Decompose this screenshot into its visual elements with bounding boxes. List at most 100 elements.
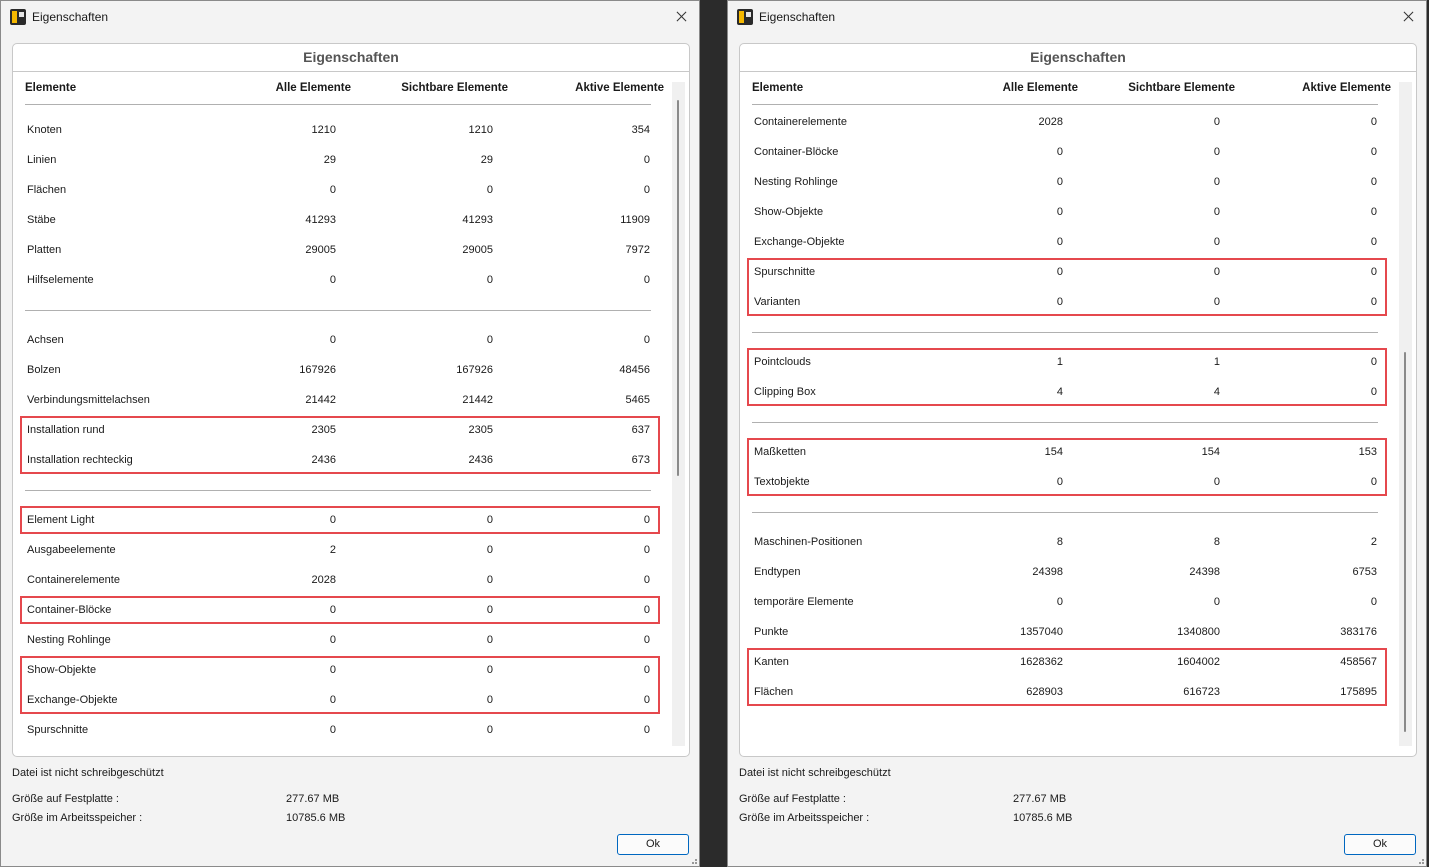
visible-elements-value: 1210 bbox=[468, 124, 493, 136]
table-row[interactable]: Exchange-Objekte 0 0 0 bbox=[740, 227, 1399, 257]
active-elements-value: 5465 bbox=[625, 394, 650, 406]
table-row[interactable]: Knoten 1210 1210 354 bbox=[13, 115, 672, 145]
active-elements-value: 0 bbox=[643, 334, 650, 346]
active-elements-value: 11909 bbox=[620, 214, 650, 226]
row-label: Exchange-Objekte bbox=[754, 236, 845, 248]
all-elements-value: 24398 bbox=[1032, 566, 1063, 578]
row-label: Platten bbox=[27, 244, 62, 256]
table-row[interactable]: Ausgabeelemente 2 0 0 bbox=[13, 535, 672, 565]
highlight-box bbox=[20, 416, 660, 474]
row-label: Flächen bbox=[27, 184, 67, 196]
active-elements-value: 383176 bbox=[1340, 626, 1377, 638]
table-row[interactable]: Linien 29 29 0 bbox=[13, 145, 672, 175]
vertical-scrollbar[interactable] bbox=[672, 82, 685, 746]
visible-elements-value: 0 bbox=[486, 544, 493, 556]
row-label: Show-Objekte bbox=[754, 206, 824, 218]
table-row[interactable]: Stäbe 41293 41293 11909 bbox=[13, 205, 672, 235]
table-row[interactable]: Verbindungsmittelachsen 21442 21442 5465 bbox=[13, 385, 672, 415]
panel-title: Eigenschaften bbox=[740, 44, 1416, 72]
column-header-all[interactable]: Alle Elemente bbox=[276, 82, 351, 94]
active-elements-value: 2 bbox=[1370, 536, 1377, 548]
row-label: Linien bbox=[27, 154, 57, 166]
active-elements-value: 0 bbox=[1370, 236, 1377, 248]
disk-size-label: Größe auf Festplatte : bbox=[739, 793, 846, 805]
resize-grip-icon[interactable] bbox=[689, 856, 697, 864]
active-elements-value: 7972 bbox=[625, 244, 650, 256]
title-bar[interactable]: Eigenschaften bbox=[1, 1, 699, 33]
row-label: Containerelemente bbox=[754, 116, 847, 128]
memory-size-label: Größe im Arbeitsspeicher : bbox=[12, 812, 143, 824]
column-header-visible[interactable]: Sichtbare Elemente bbox=[1128, 82, 1235, 94]
row-label: Hilfselemente bbox=[27, 274, 94, 286]
memory-size-value: 10785.6 MB bbox=[286, 812, 346, 824]
highlight-box bbox=[747, 348, 1387, 406]
table-row[interactable]: Bolzen 167926 167926 48456 bbox=[13, 355, 672, 385]
all-elements-value: 1210 bbox=[311, 124, 336, 136]
active-elements-value: 0 bbox=[1370, 596, 1377, 608]
properties-table[interactable]: Elemente Alle Elemente Sichtbare Element… bbox=[13, 72, 672, 747]
disk-size-value: 277.67 MB bbox=[1013, 793, 1067, 805]
all-elements-value: 0 bbox=[329, 634, 336, 646]
all-elements-value: 2028 bbox=[311, 574, 336, 586]
app-icon bbox=[10, 9, 26, 25]
table-row[interactable]: Maschinen-Positionen 8 8 2 bbox=[740, 527, 1399, 557]
row-label: Endtypen bbox=[754, 566, 801, 578]
active-elements-value: 0 bbox=[643, 184, 650, 196]
visible-elements-value: 0 bbox=[1213, 206, 1220, 218]
table-row[interactable]: Punkte 1357040 1340800 383176 bbox=[740, 617, 1399, 647]
visible-elements-value: 0 bbox=[1213, 116, 1220, 128]
visible-elements-value: 41293 bbox=[462, 214, 493, 226]
disk-size-label: Größe auf Festplatte : bbox=[12, 793, 119, 805]
table-row[interactable]: Spurschnitte 0 0 0 bbox=[13, 715, 672, 745]
column-header-elements[interactable]: Elemente bbox=[752, 82, 803, 94]
active-elements-value: 0 bbox=[643, 154, 650, 166]
row-label: Maschinen-Positionen bbox=[754, 536, 863, 548]
table-row[interactable]: Nesting Rohlinge 0 0 0 bbox=[13, 625, 672, 655]
close-icon[interactable] bbox=[1396, 5, 1422, 29]
column-header-elements[interactable]: Elemente bbox=[25, 82, 76, 94]
highlight-box bbox=[747, 258, 1387, 316]
table-header: Elemente Alle Elemente Sichtbare Element… bbox=[25, 72, 664, 105]
table-row[interactable]: Show-Objekte 0 0 0 bbox=[740, 197, 1399, 227]
scrollbar-thumb[interactable] bbox=[1404, 352, 1406, 732]
table-row[interactable]: temporäre Elemente 0 0 0 bbox=[740, 587, 1399, 617]
scrollbar-thumb[interactable] bbox=[677, 100, 679, 476]
close-icon[interactable] bbox=[669, 5, 695, 29]
column-header-visible[interactable]: Sichtbare Elemente bbox=[401, 82, 508, 94]
row-label: Knoten bbox=[27, 124, 62, 136]
window-title: Eigenschaften bbox=[32, 10, 109, 24]
active-elements-value: 0 bbox=[1370, 176, 1377, 188]
column-header-active[interactable]: Aktive Elemente bbox=[575, 82, 664, 94]
vertical-scrollbar[interactable] bbox=[1399, 82, 1412, 746]
visible-elements-value: 29 bbox=[480, 154, 493, 166]
resize-grip-icon[interactable] bbox=[1416, 856, 1424, 864]
table-row[interactable]: Platten 29005 29005 7972 bbox=[13, 235, 672, 265]
column-header-active[interactable]: Aktive Elemente bbox=[1302, 82, 1391, 94]
visible-elements-value: 24398 bbox=[1189, 566, 1220, 578]
properties-panel: Eigenschaften Elemente Alle Elemente Sic… bbox=[739, 43, 1417, 757]
ok-button[interactable]: Ok bbox=[617, 834, 689, 855]
highlight-box bbox=[747, 438, 1387, 496]
all-elements-value: 2 bbox=[329, 544, 336, 556]
table-row[interactable]: Achsen 0 0 0 bbox=[13, 325, 672, 355]
all-elements-value: 167926 bbox=[299, 364, 336, 376]
app-icon bbox=[737, 9, 753, 25]
table-row[interactable]: Containerelemente 2028 0 0 bbox=[740, 107, 1399, 137]
write-status-text: Datei ist nicht schreibgeschützt bbox=[12, 767, 164, 779]
table-row[interactable]: Nesting Rohlinge 0 0 0 bbox=[740, 167, 1399, 197]
table-row[interactable]: Containerelemente 2028 0 0 bbox=[13, 565, 672, 595]
all-elements-value: 21442 bbox=[305, 394, 336, 406]
row-label: Container-Blöcke bbox=[754, 146, 839, 158]
row-label: Nesting Rohlinge bbox=[754, 176, 838, 188]
properties-table[interactable]: Elemente Alle Elemente Sichtbare Element… bbox=[740, 72, 1399, 747]
table-row[interactable]: Endtypen 24398 24398 6753 bbox=[740, 557, 1399, 587]
title-bar[interactable]: Eigenschaften bbox=[728, 1, 1426, 33]
ok-button[interactable]: Ok bbox=[1344, 834, 1416, 855]
all-elements-value: 29005 bbox=[305, 244, 336, 256]
column-header-all[interactable]: Alle Elemente bbox=[1003, 82, 1078, 94]
group-separator bbox=[25, 490, 651, 491]
table-row[interactable]: Flächen 0 0 0 bbox=[13, 175, 672, 205]
table-row[interactable]: Hilfselemente 0 0 0 bbox=[13, 265, 672, 295]
visible-elements-value: 8 bbox=[1213, 536, 1220, 548]
table-row[interactable]: Container-Blöcke 0 0 0 bbox=[740, 137, 1399, 167]
